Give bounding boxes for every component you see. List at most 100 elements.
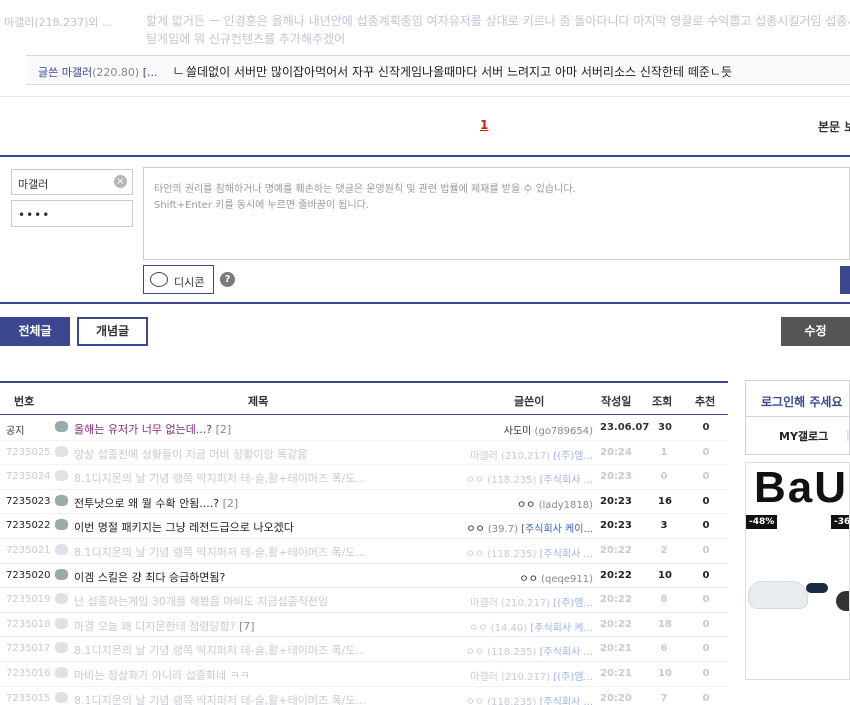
help-icon[interactable]: ? bbox=[220, 272, 235, 287]
my-gallog-link[interactable]: MY갤로그 bbox=[779, 428, 828, 444]
post-type-icon bbox=[55, 519, 68, 531]
post-type-icon bbox=[55, 691, 68, 703]
table-row[interactable]: 7235020 이겜 스킬은 걍 최다 승급하면됨? ㅇㅇ (qeqe911) 2… bbox=[0, 564, 728, 589]
post-author[interactable]: 마갤러 (210.217) [(주)엠... bbox=[470, 668, 593, 683]
tab-all-posts[interactable]: 전체글 bbox=[0, 317, 70, 346]
post-title-text: 양상 섭종전에 상황들이 지금 머비 상황이랑 똑같음 bbox=[74, 447, 308, 461]
post-title-text: 난 섭종하는게임 30개를 해봤음 마비도 지금섭종직전임 bbox=[74, 595, 329, 609]
author-isp: [주식회사 케... bbox=[530, 622, 593, 634]
author-name: ㅇㅇ bbox=[465, 475, 485, 487]
post-date: 20:22 bbox=[600, 545, 632, 556]
comment-textarea[interactable]: 타인의 권리를 침해하거나 명예를 훼손하는 댓글은 운영원칙 및 관련 법률에… bbox=[143, 167, 850, 260]
post-title[interactable]: 양상 섭종전에 상황들이 지금 머비 상황이랑 똑같음 bbox=[74, 446, 308, 462]
post-title[interactable]: 올해는 유저가 너무 없는데...? [2] bbox=[74, 421, 231, 437]
post-recommend: 0 bbox=[702, 520, 710, 532]
post-recommend: 0 bbox=[702, 545, 710, 556]
post-type-icon bbox=[55, 470, 68, 482]
post-type-icon bbox=[55, 494, 68, 506]
author-id: (lady1818) bbox=[538, 499, 593, 511]
post-author[interactable]: ㅇㅇ (118.235) [주식회사 ... bbox=[466, 471, 593, 486]
post-title[interactable]: 8.1디지몬의 날 기념 랭쪽 딱지퍼저 테-슬,활+테이머즈 폭/도... bbox=[74, 642, 366, 658]
header-title: 제목 bbox=[248, 395, 269, 408]
textarea-placeholder-line1: 타인의 권리를 침해하거나 명예를 훼손하는 댓글은 운영원칙 및 관련 법률에… bbox=[154, 184, 576, 195]
author-isp: [주식회사 ... bbox=[539, 647, 593, 659]
author-isp: [주식회사 ... bbox=[539, 475, 593, 487]
comment-author[interactable]: 마갤러(218.237)외 ... bbox=[4, 14, 113, 30]
post-number: 7235022 bbox=[6, 520, 51, 532]
table-row[interactable]: 7235017 8.1디지몬의 날 기념 랭쪽 딱지퍼저 테-슬,활+테이머즈 폭… bbox=[0, 637, 728, 662]
view-post-link[interactable]: 본문 보 bbox=[818, 118, 850, 135]
post-title[interactable]: 마결 오늘 왜 디지몬한테 점령당함? [7] bbox=[74, 618, 255, 634]
post-title-text: 전투낫으로 왜 뭘 수확 안됨....? bbox=[74, 496, 220, 510]
post-recommend: 0 bbox=[702, 618, 710, 630]
post-type-icon bbox=[55, 544, 68, 555]
post-title[interactable]: 전투낫으로 왜 뭘 수확 안됨....? [2] bbox=[74, 495, 238, 511]
table-row[interactable]: 공지 올해는 유저가 너무 없는데...? [2] 사도미 (go789654) 2… bbox=[0, 416, 728, 441]
post-author[interactable]: ㅇㅇ (39.7) [주식회사 케이... bbox=[466, 520, 593, 535]
post-recommend: 0 bbox=[702, 446, 710, 458]
post-title-text: 8.1디지몬의 날 기념 랭쪽 딱지퍼저 테-슬,활+테이머즈 폭/도... bbox=[74, 546, 366, 559]
comment-page-current[interactable]: 1 bbox=[480, 118, 488, 132]
login-prompt[interactable]: 로그인해 주세요 bbox=[761, 393, 842, 410]
post-views: 18 bbox=[658, 618, 672, 630]
table-row[interactable]: 7235024 8.1디지몬의 날 기념 랭쪽 딱지퍼저 테-슬,활+테이머즈 폭… bbox=[0, 465, 728, 490]
table-row[interactable]: 7235016 마비는 정상화가 아니라 섭종화네 ㅋㅋ 마갤러 (210.217… bbox=[0, 662, 728, 687]
post-type-icon bbox=[55, 642, 68, 654]
post-title[interactable]: 8.1디지몬의 날 기념 랭쪽 딱지퍼저 테-슬,활+테이머즈 폭/도... bbox=[74, 470, 366, 486]
post-title-text: 8.1디지몬의 날 기념 랭쪽 딱지퍼저 테-슬,활+테이머즈 폭/도... bbox=[74, 693, 366, 705]
page: 마갤러(218.237)외 ... 할게 없거든 ㅡ 인경훈은 올해나 내년안에… bbox=[0, 0, 850, 705]
table-row[interactable]: 7235023 전투낫으로 왜 뭘 수확 안됨....? [2] ㅇㅇ (lady1… bbox=[0, 490, 728, 515]
table-row[interactable]: 7235022 이번 명절 패키지는 그냥 레전드급으로 나오겠다 ㅇㅇ (39.… bbox=[0, 514, 728, 539]
post-author[interactable]: ㅇㅇ (118.235) [주식회사 ... bbox=[466, 693, 593, 705]
post-title[interactable]: 이번 명절 패키지는 그냥 레전드급으로 나오겠다 bbox=[74, 519, 294, 535]
post-author[interactable]: ㅇㅇ (qeqe911) bbox=[520, 570, 593, 585]
post-type-icon bbox=[55, 568, 68, 580]
post-recommend: 0 bbox=[702, 495, 710, 507]
post-type-icon bbox=[55, 617, 68, 629]
author-name: 마갤러 bbox=[470, 450, 498, 462]
dccon-button[interactable]: 디시콘 bbox=[143, 265, 214, 294]
post-views: 6 bbox=[660, 643, 668, 655]
table-row[interactable]: 7235015 8.1디지몬의 날 기념 랭쪽 딱지퍼저 테-슬,활+테이머즈 폭… bbox=[0, 687, 728, 705]
password-field[interactable]: •••• bbox=[11, 200, 133, 227]
reply-author[interactable]: 글쓴 마갤러(220.80) [... bbox=[38, 64, 157, 80]
header-date: 작성일 bbox=[601, 395, 632, 408]
register-button[interactable] bbox=[840, 266, 850, 294]
post-author[interactable]: ㅇㅇ (118.235) [주식회사 ... bbox=[466, 643, 593, 658]
post-author[interactable]: 마갤러 (210.217) [(주)엠... bbox=[470, 594, 593, 609]
post-title[interactable]: 8.1디지몬의 날 기념 랭쪽 딱지퍼저 테-슬,활+테이머즈 폭/도... bbox=[74, 692, 366, 705]
post-author[interactable]: ㅇㅇ (14.40) [주식회사 케... bbox=[469, 619, 593, 634]
post-title[interactable]: 8.1디지몬의 날 기념 랭쪽 딱지퍼저 테-슬,활+테이머즈 폭/도... bbox=[74, 544, 366, 560]
header-views: 조회 bbox=[652, 395, 673, 408]
author-name: ㅇㅇ bbox=[465, 549, 485, 560]
post-author[interactable]: 마갤러 (210.217) [(주)엠... bbox=[470, 447, 593, 462]
post-author[interactable]: ㅇㅇ (lady1818) bbox=[517, 496, 593, 511]
discount-badge: -48% bbox=[746, 515, 778, 529]
author-name: ㅇㅇ bbox=[516, 499, 536, 511]
post-author[interactable]: ㅇㅇ (118.235) [주식회사 ... bbox=[466, 545, 593, 560]
author-id: (210.217) bbox=[501, 598, 551, 610]
post-title[interactable]: 난 섭종하는게임 30개를 해봤음 마비도 지금섭종직전임 bbox=[74, 593, 328, 609]
advertisement[interactable]: BaU -48% -36 bbox=[745, 462, 850, 680]
post-author[interactable]: 사도미 (go789654) bbox=[504, 422, 593, 437]
reply-count: [2] bbox=[222, 496, 239, 510]
table-row[interactable]: 7235019 난 섭종하는게임 30개를 해봤음 마비도 지금섭종직전임 마갤러… bbox=[0, 588, 728, 613]
post-views: 7 bbox=[660, 692, 668, 704]
author-isp: [(주)엠... bbox=[553, 672, 593, 683]
post-date: 20:24 bbox=[600, 446, 632, 458]
table-row[interactable]: 7235018 마결 오늘 왜 디지몬한테 점령당함? [7] ㅇㅇ (14.40)… bbox=[0, 613, 728, 638]
author-id: (118.235) bbox=[487, 647, 537, 659]
post-title[interactable]: 이겜 스킬은 걍 최다 승급하면됨? bbox=[74, 569, 225, 585]
post-number: 공지 bbox=[6, 426, 25, 437]
post-number: 7235025 bbox=[6, 446, 51, 458]
clear-nickname-icon[interactable]: × bbox=[114, 175, 127, 188]
post-title[interactable]: 마비는 정상화가 아니라 섭종화네 ㅋㅋ bbox=[74, 667, 250, 683]
edit-button[interactable]: 수정 bbox=[781, 317, 850, 346]
table-row[interactable]: 7235025 양상 섭종전에 상황들이 지금 머비 상황이랑 똑같음 마갤러 (… bbox=[0, 441, 728, 466]
post-number: 7235023 bbox=[6, 495, 51, 507]
post-title-text: 마결 오늘 왜 디지몬한테 점령당함? bbox=[74, 619, 236, 633]
table-header: 번호 제목 글쓴이 작성일 조회 추천 bbox=[0, 383, 728, 415]
table-row[interactable]: 7235021 8.1디지몬의 날 기념 랭쪽 딱지퍼저 테-슬,활+테이머즈 폭… bbox=[0, 539, 728, 564]
dccon-label: 디시콘 bbox=[174, 276, 205, 289]
tab-concept-posts[interactable]: 개념글 bbox=[77, 317, 148, 346]
